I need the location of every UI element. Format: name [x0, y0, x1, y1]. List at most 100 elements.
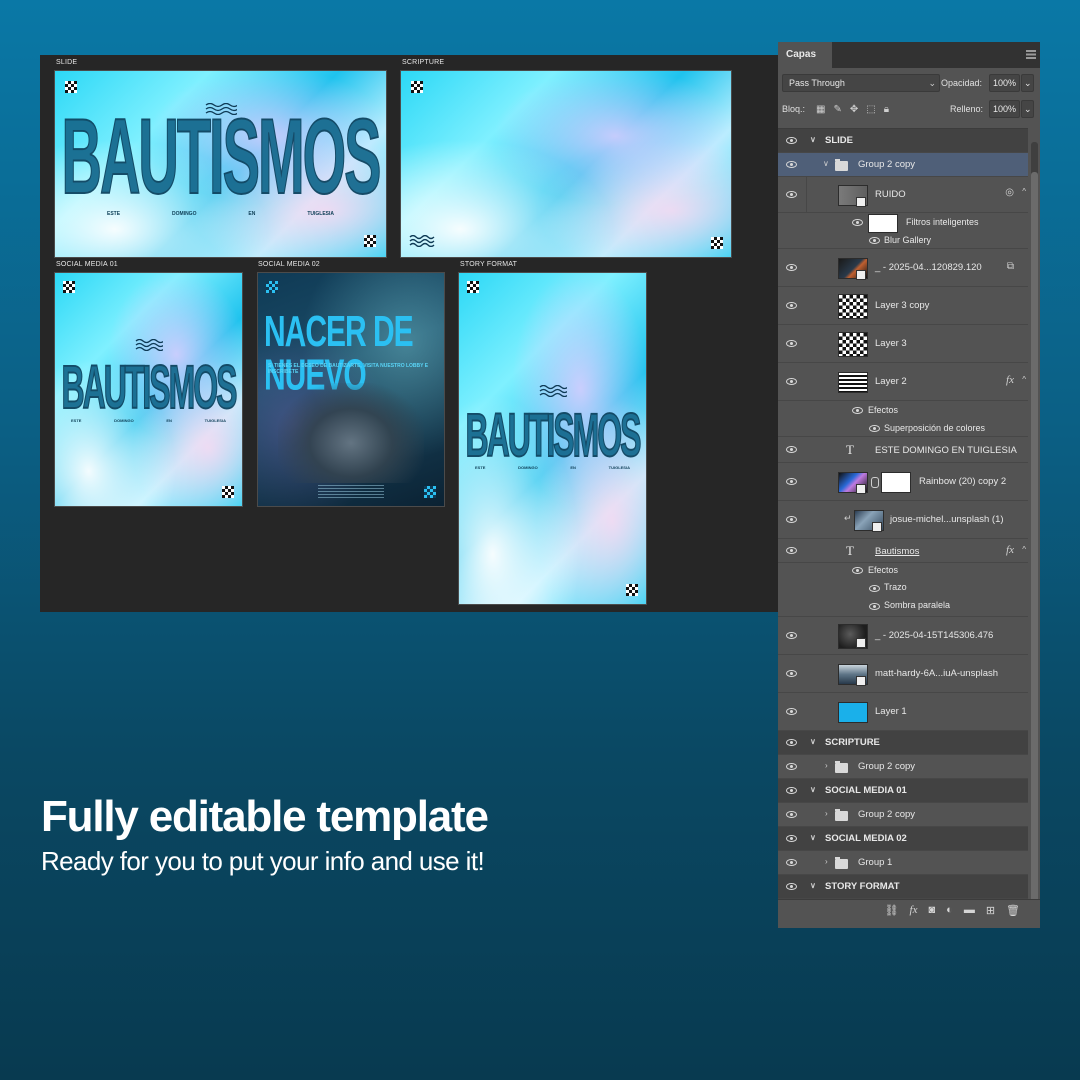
- link-layers-icon[interactable]: ⛓: [885, 904, 899, 917]
- layer-row-artboard-social-01[interactable]: ∨ SOCIAL MEDIA 01: [778, 779, 1028, 803]
- visibility-eye-icon[interactable]: [786, 859, 798, 867]
- layer-row-artboard-slide[interactable]: ∨ SLIDE: [778, 129, 1028, 153]
- artboard-story[interactable]: BAUTISMOS ESTE DOMINGO EN TUIGLESIA: [458, 272, 647, 605]
- visibility-eye-icon[interactable]: [786, 478, 798, 486]
- layer-row-image-1[interactable]: _ - 2025-04...120829.120 ⧉: [778, 249, 1028, 287]
- visibility-eye-icon[interactable]: [786, 670, 798, 678]
- adjustment-layer-icon[interactable]: ◐: [946, 904, 953, 916]
- chevron-right-icon[interactable]: ›: [825, 761, 828, 770]
- layer-row-artboard-scripture[interactable]: ∨ SCRIPTURE: [778, 731, 1028, 755]
- visibility-eye-icon[interactable]: [786, 137, 798, 145]
- new-group-icon[interactable]: ▬: [964, 904, 975, 916]
- fill-dropdown[interactable]: ⌄: [1021, 100, 1034, 118]
- layer-mask-thumbnail[interactable]: [881, 472, 911, 493]
- fill-input[interactable]: 100%: [989, 100, 1020, 118]
- visibility-eye-icon[interactable]: [786, 161, 798, 169]
- layer-row-smart-filters[interactable]: Filtros inteligentes Blur Gallery: [778, 213, 1028, 249]
- visibility-eye-icon[interactable]: [852, 407, 864, 415]
- visibility-eye-icon[interactable]: [786, 835, 798, 843]
- add-style-icon[interactable]: fx: [910, 904, 918, 916]
- visibility-eye-icon[interactable]: [786, 446, 798, 454]
- new-layer-icon[interactable]: ⊞: [986, 904, 995, 917]
- add-mask-icon[interactable]: ◙: [929, 904, 936, 916]
- layer-row-artboard-story[interactable]: ∨ STORY FORMAT: [778, 875, 1028, 899]
- visibility-eye-icon[interactable]: [786, 763, 798, 771]
- visibility-eye-icon[interactable]: [786, 787, 798, 795]
- tab-layers[interactable]: Capas: [778, 42, 832, 68]
- layer-row-rainbow[interactable]: Rainbow (20) copy 2: [778, 463, 1028, 501]
- layer-row-image-2[interactable]: _ - 2025-04-15T145306.476: [778, 617, 1028, 655]
- artboard-social-01[interactable]: BAUTISMOS ESTE DOMINGO EN TUIGLESIA: [54, 272, 243, 507]
- visibility-eye-icon[interactable]: [786, 340, 798, 348]
- document-canvas[interactable]: SLIDE BAUTISMOS ESTE DOMINGO EN TUIGLESI…: [40, 55, 778, 612]
- layer-row-josue[interactable]: ↵ josue-michel...unsplash (1): [778, 501, 1028, 539]
- chevron-down-icon[interactable]: ∨: [810, 881, 816, 890]
- visibility-eye-icon[interactable]: [852, 219, 864, 227]
- artboard-scripture[interactable]: [400, 70, 732, 258]
- chevron-down-icon[interactable]: ∨: [823, 159, 829, 168]
- layer-row-matt-hardy[interactable]: matt-hardy-6A...iuA-unsplash: [778, 655, 1028, 693]
- chevron-right-icon[interactable]: ›: [825, 809, 828, 818]
- chevron-up-icon[interactable]: ^: [1022, 545, 1026, 554]
- visibility-eye-icon[interactable]: [786, 547, 798, 555]
- layer-row-layer-2[interactable]: Layer 2 fx ^: [778, 363, 1028, 401]
- artboard-slide[interactable]: BAUTISMOS ESTE DOMINGO EN TUIGLESIA: [54, 70, 387, 258]
- layer-row-layer-3[interactable]: Layer 3: [778, 325, 1028, 363]
- layer-row-text-bautismos[interactable]: T Bautismos fx ^: [778, 539, 1028, 563]
- visibility-eye-icon[interactable]: [786, 516, 798, 524]
- visibility-eye-icon[interactable]: [869, 603, 881, 611]
- chevron-up-icon[interactable]: ^: [1022, 375, 1026, 384]
- layer-row-scripture-group[interactable]: › Group 2 copy: [778, 755, 1028, 779]
- visibility-eye-icon[interactable]: [852, 567, 864, 575]
- visibility-eye-icon[interactable]: [786, 191, 798, 199]
- chevron-down-icon[interactable]: ∨: [810, 833, 816, 842]
- visibility-eye-icon[interactable]: [786, 378, 798, 386]
- layer-row-group-2-copy[interactable]: ∨ Group 2 copy: [778, 153, 1028, 177]
- scrollbar-thumb[interactable]: [1031, 172, 1038, 912]
- lock-image-icon[interactable]: ✎: [833, 104, 841, 115]
- trash-icon[interactable]: 🗑︎: [1006, 904, 1020, 917]
- layer-name: _ - 2025-04...120829.120: [875, 262, 982, 273]
- layer-row-social-02-group[interactable]: › Group 1: [778, 851, 1028, 875]
- blend-mode-select[interactable]: Pass Through ⌄: [782, 74, 940, 92]
- chevron-up-icon[interactable]: ^: [1022, 187, 1026, 196]
- blend-row: Pass Through ⌄ Opacidad: 100% ⌄: [778, 74, 1040, 96]
- fx-icon[interactable]: fx: [1006, 374, 1014, 386]
- layer-row-layer-1[interactable]: Layer 1: [778, 693, 1028, 731]
- artboard-social-02[interactable]: NACER DE NUEVO SI TIENES EL DESEO DE BAU…: [257, 272, 445, 507]
- panel-menu-icon[interactable]: [1026, 50, 1036, 59]
- fx-icon[interactable]: fx: [1006, 544, 1014, 556]
- visibility-eye-icon[interactable]: [869, 425, 881, 433]
- layer-name: Group 1: [858, 857, 893, 868]
- visibility-eye-icon[interactable]: [869, 237, 881, 245]
- layer-row-effects[interactable]: Efectos Superposición de colores: [778, 401, 1028, 437]
- layer-row-ruido[interactable]: RUIDO ◎ ^: [778, 177, 1028, 213]
- visibility-eye-icon[interactable]: [786, 632, 798, 640]
- layer-row-artboard-social-02[interactable]: ∨ SOCIAL MEDIA 02: [778, 827, 1028, 851]
- subtext-word: EN: [166, 418, 172, 423]
- lock-artboard-icon[interactable]: ⬚: [866, 104, 875, 115]
- effect-name: Superposición de colores: [884, 423, 986, 433]
- chevron-down-icon[interactable]: ∨: [810, 785, 816, 794]
- layer-thumbnail: [838, 372, 868, 393]
- visibility-eye-icon[interactable]: [869, 585, 881, 593]
- chain-link-icon[interactable]: [871, 477, 879, 488]
- visibility-eye-icon[interactable]: [786, 739, 798, 747]
- visibility-eye-icon[interactable]: [786, 883, 798, 891]
- opacity-dropdown[interactable]: ⌄: [1021, 74, 1034, 92]
- layer-row-effects-2[interactable]: Efectos Trazo Sombra paralela: [778, 563, 1028, 617]
- chevron-right-icon[interactable]: ›: [825, 857, 828, 866]
- layer-row-social-01-group[interactable]: › Group 2 copy: [778, 803, 1028, 827]
- visibility-eye-icon[interactable]: [786, 302, 798, 310]
- visibility-eye-icon[interactable]: [786, 264, 798, 272]
- chevron-down-icon[interactable]: ∨: [810, 135, 816, 144]
- layer-row-layer-3-copy[interactable]: Layer 3 copy: [778, 287, 1028, 325]
- opacity-input[interactable]: 100%: [989, 74, 1020, 92]
- lock-all-icon[interactable]: 🔒︎: [884, 104, 889, 115]
- visibility-eye-icon[interactable]: [786, 708, 798, 716]
- lock-transparent-icon[interactable]: ▦: [816, 104, 825, 115]
- visibility-eye-icon[interactable]: [786, 811, 798, 819]
- chevron-down-icon[interactable]: ∨: [810, 737, 816, 746]
- layer-row-text-este-domingo[interactable]: T ESTE DOMINGO EN TUIGLESIA: [778, 437, 1028, 463]
- lock-position-icon[interactable]: ✥: [850, 104, 858, 115]
